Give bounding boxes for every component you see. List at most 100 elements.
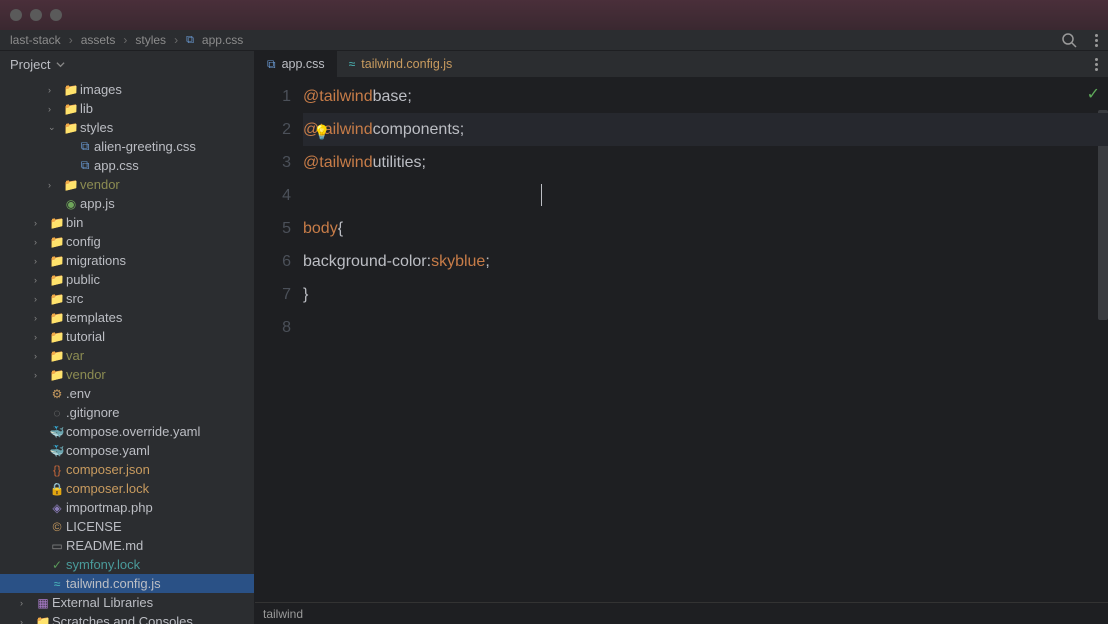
project-header[interactable]: Project	[0, 51, 254, 78]
tree-item[interactable]: 🐳compose.yaml	[0, 441, 254, 460]
breadcrumbs[interactable]: last-stack›assets›styles›⧉app.css	[10, 33, 243, 47]
breadcrumb-segment[interactable]: assets	[81, 33, 116, 47]
tree-item[interactable]: ›▦External Libraries	[0, 593, 254, 612]
tree-item[interactable]: ⧉app.css	[0, 156, 254, 175]
minimize-dot[interactable]	[30, 9, 42, 21]
tree-item-label: src	[66, 291, 83, 306]
line-number: 8	[255, 311, 291, 344]
tree-item-label: compose.yaml	[66, 443, 150, 458]
folder-blue-icon: 📁	[48, 292, 66, 306]
folder-gray-icon: 📁	[34, 615, 52, 624]
chevron-down-icon[interactable]: ⌄	[48, 122, 62, 133]
breadcrumb-segment[interactable]: last-stack	[10, 33, 61, 47]
tree-item[interactable]: ›📁src	[0, 289, 254, 308]
tab-label: tailwind.config.js	[361, 57, 452, 71]
tree-item[interactable]: ›📁var	[0, 346, 254, 365]
folder-green-icon: 📁	[48, 254, 66, 268]
tree-item-label: .env	[66, 386, 91, 401]
tree-item[interactable]: ›📁templates	[0, 308, 254, 327]
code-line[interactable]: }	[303, 278, 1108, 311]
token: ;	[422, 146, 426, 179]
tree-item[interactable]: 🔒composer.lock	[0, 479, 254, 498]
tree-item[interactable]: ›📁bin	[0, 213, 254, 232]
chevron-right-icon[interactable]: ›	[34, 237, 48, 247]
line-number: 6	[255, 245, 291, 278]
more-icon[interactable]	[1095, 34, 1098, 47]
tree-item[interactable]: ▭README.md	[0, 536, 254, 555]
docker-icon: 🐳	[48, 425, 66, 439]
chevron-right-icon[interactable]: ›	[34, 294, 48, 304]
token: utilities	[373, 146, 422, 179]
tree-item-label: symfony.lock	[66, 557, 140, 572]
code-line[interactable]: background-color: skyblue;	[303, 245, 1108, 278]
editor-tab[interactable]: ≈tailwind.config.js	[337, 51, 465, 77]
tree-item[interactable]: ›📁vendor	[0, 365, 254, 384]
tree-item-label: styles	[80, 120, 113, 135]
file-tree[interactable]: ›📁images›📁lib⌄📁styles⧉alien-greeting.css…	[0, 78, 254, 624]
tree-item[interactable]: ›📁migrations	[0, 251, 254, 270]
tree-item[interactable]: ⧉alien-greeting.css	[0, 137, 254, 156]
project-title: Project	[10, 57, 50, 72]
tree-item-label: migrations	[66, 253, 126, 268]
search-icon[interactable]	[1061, 32, 1077, 48]
tree-item[interactable]: ©LICENSE	[0, 517, 254, 536]
code-line[interactable]: @tailwind base;	[303, 80, 1108, 113]
chevron-right-icon[interactable]: ›	[48, 180, 62, 190]
tree-item-label: tailwind.config.js	[66, 576, 161, 591]
tree-item[interactable]: ◌.gitignore	[0, 403, 254, 422]
tree-item[interactable]: ›📁lib	[0, 99, 254, 118]
close-dot[interactable]	[10, 9, 22, 21]
code-line[interactable]: body {	[303, 212, 1108, 245]
code-editor[interactable]: ✓ 12345678 💡 @tailwind base;@tailwind co…	[255, 78, 1108, 602]
tree-item-label: vendor	[66, 367, 106, 382]
tab-options-icon[interactable]	[1095, 58, 1098, 71]
tree-item-label: var	[66, 348, 84, 363]
breadcrumb-segment[interactable]: styles	[135, 33, 166, 47]
chevron-right-icon[interactable]: ›	[34, 256, 48, 266]
breadcrumb-segment[interactable]: app.css	[202, 33, 243, 47]
tree-item[interactable]: ◉app.js	[0, 194, 254, 213]
chevron-right-icon[interactable]: ›	[34, 313, 48, 323]
tree-item-label: LICENSE	[66, 519, 122, 534]
folder-orange-icon: 📁	[48, 330, 66, 344]
tree-item[interactable]: ›📁images	[0, 80, 254, 99]
tree-item[interactable]: ›📁public	[0, 270, 254, 289]
chevron-right-icon[interactable]: ›	[20, 617, 34, 624]
tree-item[interactable]: {}composer.json	[0, 460, 254, 479]
chevron-right-icon[interactable]: ›	[34, 332, 48, 342]
tree-item[interactable]: ⌄📁styles	[0, 118, 254, 137]
tree-item-label: README.md	[66, 538, 143, 553]
tree-item[interactable]: ✓symfony.lock	[0, 555, 254, 574]
code-content[interactable]: 💡 @tailwind base;@tailwind components;@t…	[303, 78, 1108, 602]
lightbulb-icon[interactable]: 💡	[313, 116, 329, 132]
code-line[interactable]	[303, 311, 1108, 344]
tree-item[interactable]: ◈importmap.php	[0, 498, 254, 517]
tree-item[interactable]: ›📁vendor	[0, 175, 254, 194]
chevron-right-icon[interactable]: ›	[34, 370, 48, 380]
tree-item[interactable]: ›📁tutorial	[0, 327, 254, 346]
code-line[interactable]	[303, 179, 1108, 212]
text-cursor	[541, 184, 542, 206]
tree-item-label: .gitignore	[66, 405, 119, 420]
maximize-dot[interactable]	[50, 9, 62, 21]
chevron-right-icon[interactable]: ›	[34, 351, 48, 361]
tree-item-label: importmap.php	[66, 500, 153, 515]
editor-tabs: ⧉app.css≈tailwind.config.js	[255, 51, 1108, 78]
tree-item[interactable]: ≈tailwind.config.js	[0, 574, 254, 593]
folder-yellow-icon: 📁	[48, 311, 66, 325]
tree-item[interactable]: ›📁config	[0, 232, 254, 251]
editor-tab[interactable]: ⧉app.css	[255, 51, 337, 77]
tree-item[interactable]: 🐳compose.override.yaml	[0, 422, 254, 441]
chevron-right-icon[interactable]: ›	[20, 598, 34, 608]
chevron-right-icon[interactable]: ›	[48, 104, 62, 114]
token: background-color	[303, 245, 427, 278]
token: ;	[485, 245, 489, 278]
tree-item[interactable]: ⚙.env	[0, 384, 254, 403]
tree-item[interactable]: ›📁Scratches and Consoles	[0, 612, 254, 624]
chevron-right-icon[interactable]: ›	[48, 85, 62, 95]
code-line[interactable]: @tailwind utilities;	[303, 146, 1108, 179]
chevron-right-icon[interactable]: ›	[34, 218, 48, 228]
chevron-down-icon	[56, 60, 65, 69]
chevron-right-icon[interactable]: ›	[34, 275, 48, 285]
code-line[interactable]: @tailwind components;	[303, 113, 1108, 146]
